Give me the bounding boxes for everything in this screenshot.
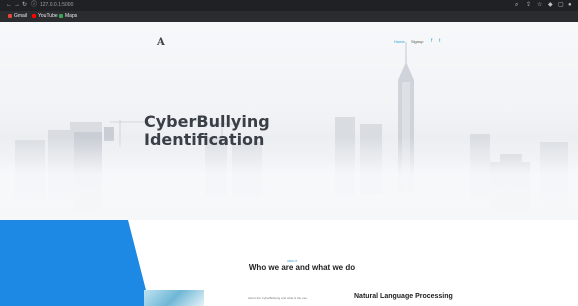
fog-overlay [0,137,578,220]
about-image [144,290,204,306]
extensions-icon[interactable]: ◆ [548,2,553,8]
maps-icon [59,14,63,18]
twitter-icon[interactable]: t [439,39,440,44]
bookmark-youtube[interactable]: YouTube [32,13,58,19]
bookmarks-bar: Gmail YouTube Maps [0,11,578,22]
share-icon[interactable]: ⇪ [526,2,531,8]
star-icon[interactable]: ☆ [537,2,542,8]
site-logo[interactable]: A [157,37,165,48]
nlp-title: Natural Language Processing [354,293,453,300]
address-bar[interactable]: 127.0.0.1:5000 [40,2,73,8]
about-text: About the CyberBullying and what is the … [248,296,307,300]
nav-signup-link[interactable]: Signup [411,39,423,44]
bookmark-gmail[interactable]: Gmail [8,13,27,19]
forward-icon[interactable]: → [14,2,20,8]
bookmark-label: Maps [65,13,78,19]
about-title: Who we are and what we do [248,263,356,272]
profile-icon[interactable]: ● [568,2,572,8]
youtube-icon [32,14,36,18]
hero-title-line2: Identification [144,130,265,149]
blue-decor-block [0,220,150,306]
bookmark-label: Gmail [14,13,28,19]
hero-title-line1: CyberBullying [144,112,270,131]
bookmark-maps[interactable]: Maps [59,13,77,19]
back-icon[interactable]: ← [6,2,12,8]
info-icon[interactable]: ⓘ [31,2,37,8]
gmail-icon [8,14,12,18]
reload-icon[interactable]: ↻ [22,2,27,8]
nav-home-link[interactable]: Home [394,39,405,44]
hero-title: CyberBullying Identification [144,113,344,149]
bookmark-label: YouTube [38,13,58,19]
zoom-icon[interactable]: ⌕ [515,2,518,8]
browser-toolbar: ← → ↻ ⓘ 127.0.0.1:5000 ⌕ ⇪ ☆ ◆ ▢ ● [0,0,578,11]
hero-section: A Home Signup f t CyberBullying Identifi… [0,22,578,220]
facebook-icon[interactable]: f [431,39,432,44]
sidepanel-icon[interactable]: ▢ [558,2,564,8]
